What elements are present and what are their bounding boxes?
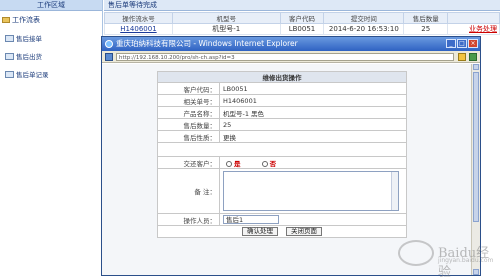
deliver-radio-group: 是 否 [219,156,407,169]
window-controls: _ □ × [446,39,478,48]
col-action [447,12,500,24]
radio-yes-label: 是 [234,159,241,168]
window-title: 重庆珀纳科技有限公司 - Windows Internet Explorer [116,39,298,48]
cell-serial[interactable]: H1406001 [104,23,173,35]
button-row: 确认处理 关闭页面 [157,225,407,238]
cell-qty: 25 [403,23,449,35]
sidebar-item-aftersale-receive[interactable]: 售后接单 [5,34,42,44]
orders-table: 操作流水号 机型号 客户代码 提交时间 售后数量 H1406001 机型号-1 … [104,12,500,35]
qty-value: 25 [219,118,407,131]
scroll-thumb[interactable] [473,72,479,222]
qty-label: 售后数量： [157,118,220,131]
col-model: 机型号 [171,12,281,24]
operator-cell: 售后1 [219,213,407,226]
watermark-url: jingyan.baidu.com [438,257,494,264]
col-customer: 客户代码 [279,12,325,24]
product-value: 机型号-1 黑色 [219,106,407,119]
order-no-value: H1406001 [219,94,407,107]
sidebar-item-label: 售后单记录 [16,71,49,79]
table-header-row: 操作流水号 机型号 客户代码 提交时间 售后数量 [104,12,500,24]
sidebar-item-aftersale-records[interactable]: 售后单记录 [5,70,49,80]
cell-model: 机型号-1 [171,23,281,35]
address-bar: http://192.168.10.200/pro/sh-ch.asp?id=3 [102,51,480,63]
aftersale-type-value: 更换 [219,130,407,143]
page-icon [5,53,14,60]
customer-code-value: LB0051 [219,82,407,95]
page-icon [5,71,14,78]
form-title: 维修出货操作 [157,71,407,83]
operator-label: 操作人员： [157,213,220,226]
repair-ship-form: 维修出货操作 客户代码： LB0051 相关单号： H1406001 产品名称：… [157,71,407,238]
sidebar-item-label: 售后出货 [16,53,42,61]
tree-root[interactable]: 工作流表 [2,15,40,25]
main-title: 售后单等待完成 [104,0,500,11]
window-titlebar[interactable]: 重庆珀纳科技有限公司 - Windows Internet Explorer _… [102,37,480,51]
sidebar-title: 工作区域 [0,0,102,11]
spacer-row [157,142,407,157]
cell-time: 2014-6-20 16:53:10 [323,23,405,35]
sidebar-item-label: 售后接单 [16,35,42,43]
col-serial: 操作流水号 [104,12,173,24]
sidebar: 工作区域 工作流表 售后接单 售后出货 售后单记录 [0,0,103,276]
aftersale-type-label: 售后性质： [157,130,220,143]
close-page-button[interactable]: 关闭页面 [286,227,323,236]
textarea-scrollbar[interactable] [391,172,398,210]
page-icon [5,35,14,42]
confirm-button[interactable]: 确认处理 [241,227,278,236]
process-link[interactable]: 业务处理 [447,23,500,35]
maximize-button[interactable]: □ [457,39,467,48]
paw-icon [398,240,434,266]
sidebar-item-aftersale-ship[interactable]: 售后出货 [5,52,42,62]
remark-label: 备 注： [157,168,220,214]
close-button[interactable]: × [468,39,478,48]
remark-cell [219,168,407,214]
serial-link[interactable]: H1406001 [120,25,156,33]
folder-icon [2,17,10,23]
minimize-button[interactable]: _ [446,39,456,48]
lock-icon[interactable] [458,53,466,61]
baidu-watermark: Baidu经验 jingyan.baidu.com [398,238,494,280]
scroll-up-arrow[interactable] [473,64,479,70]
table-row: H1406001 机型号-1 LB0051 2014-6-20 16:53:10… [104,23,500,35]
radio-no-label: 否 [269,159,277,168]
deliver-label: 交还客户： [157,156,220,169]
customer-code-label: 客户代码： [157,82,220,95]
order-no-label: 相关单号： [157,94,220,107]
operator-input[interactable]: 售后1 [223,215,279,224]
col-qty: 售后数量 [403,12,449,24]
cell-customer: LB0051 [279,23,325,35]
address-input[interactable]: http://192.168.10.200/pro/sh-ch.asp?id=3 [116,53,454,61]
radio-no[interactable] [261,160,268,167]
ie-icon [105,40,113,48]
col-time: 提交时间 [323,12,405,24]
page-icon [105,53,113,61]
tree-root-label: 工作流表 [12,16,40,24]
go-icon[interactable] [469,53,477,61]
radio-yes[interactable] [226,160,232,167]
remark-textarea[interactable] [223,171,399,211]
product-label: 产品名称： [157,106,220,119]
